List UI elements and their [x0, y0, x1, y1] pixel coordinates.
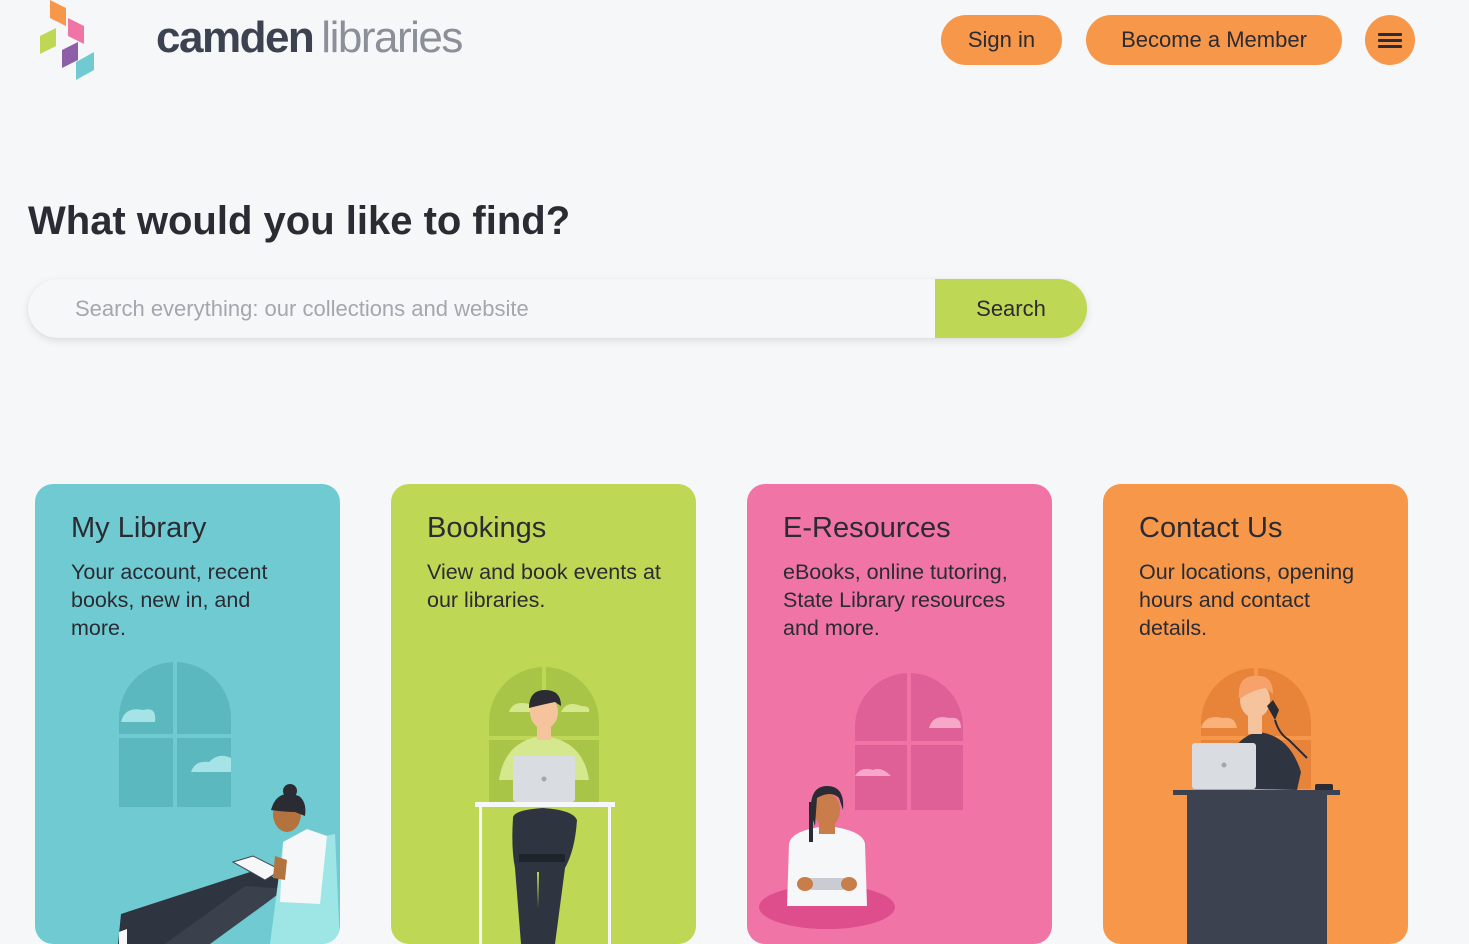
search-button[interactable]: Search	[935, 279, 1087, 338]
card-e-resources[interactable]: E-Resources eBooks, online tutoring, Sta…	[747, 484, 1052, 944]
search-input[interactable]	[28, 279, 935, 338]
menu-line	[1378, 45, 1402, 48]
card-description: View and book events at our libraries.	[427, 560, 661, 612]
card-title: Contact Us	[1139, 512, 1283, 544]
card-title: E-Resources	[783, 512, 951, 544]
menu-line	[1378, 33, 1402, 36]
become-member-button[interactable]: Become a Member	[1086, 15, 1342, 65]
site-logo[interactable]: camden libraries	[38, 0, 463, 84]
tablet-person-illustration	[759, 673, 963, 929]
logo-wordmark: camden libraries	[156, 10, 463, 66]
menu-line	[1378, 39, 1402, 42]
laptop-person-illustration	[475, 666, 615, 944]
card-description: eBooks, online tutoring, State Library r…	[783, 560, 1008, 640]
reading-person-illustration	[118, 662, 340, 944]
card-bookings[interactable]: Bookings View and book events at our lib…	[391, 484, 696, 944]
hamburger-icon[interactable]	[1365, 15, 1415, 65]
page-title: What would you like to find?	[28, 199, 571, 243]
logo-mark-icon	[40, 0, 94, 80]
card-contact-us[interactable]: Contact Us Our locations, opening hours …	[1103, 484, 1408, 944]
card-title: Bookings	[427, 512, 547, 544]
logo-word-libraries: libraries	[321, 13, 463, 62]
search-bar: Search	[28, 279, 1087, 338]
sign-in-button[interactable]: Sign in	[941, 15, 1062, 65]
card-my-library[interactable]: My Library Your account, recent books, n…	[35, 484, 340, 944]
card-title: My Library	[71, 512, 207, 544]
card-description: Our locations, opening hours and contact…	[1139, 560, 1355, 640]
phone-person-illustration	[1173, 667, 1340, 944]
card-description: Your account, recent books, new in, and …	[71, 560, 268, 640]
logo-word-camden: camden	[156, 13, 315, 62]
